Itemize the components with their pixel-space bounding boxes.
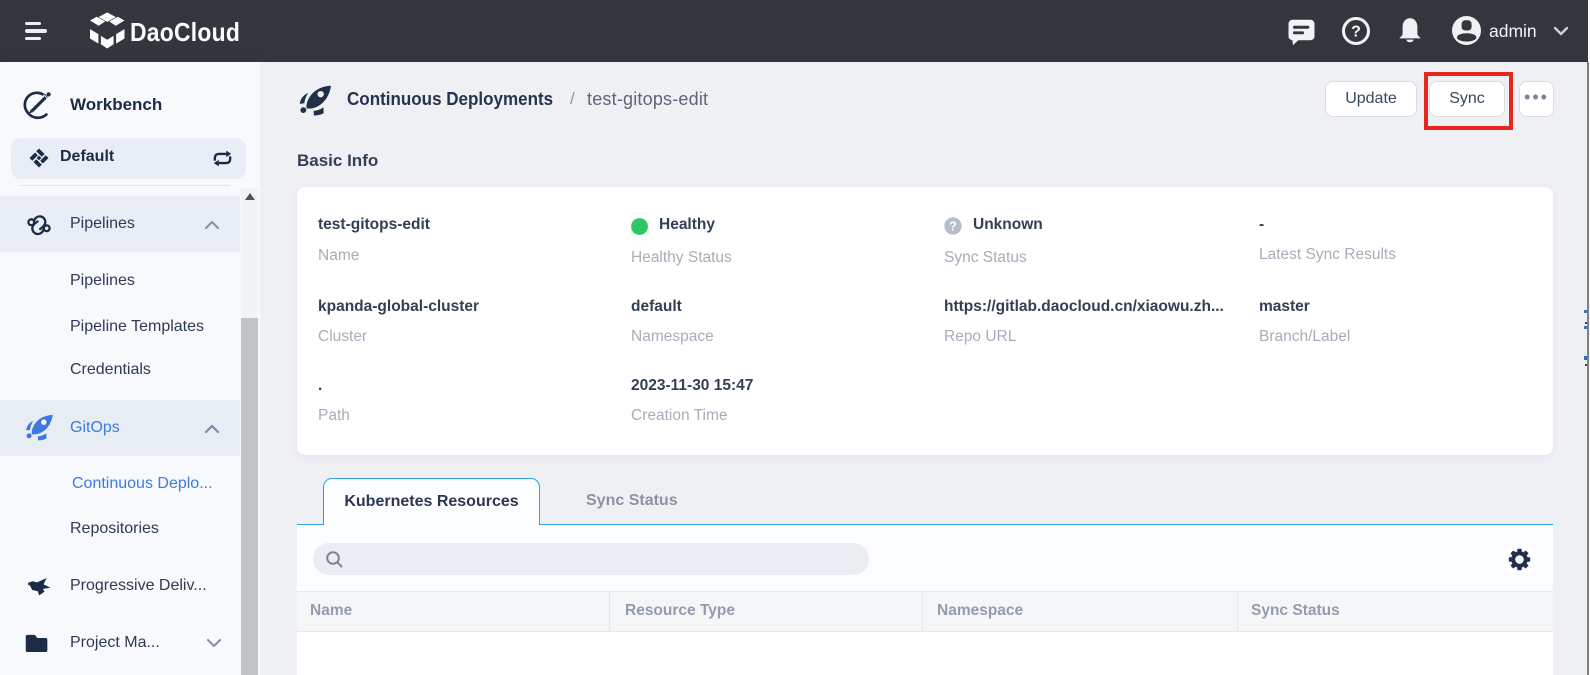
svg-text:?: ? (1351, 24, 1361, 41)
svg-text:?: ? (949, 219, 957, 233)
